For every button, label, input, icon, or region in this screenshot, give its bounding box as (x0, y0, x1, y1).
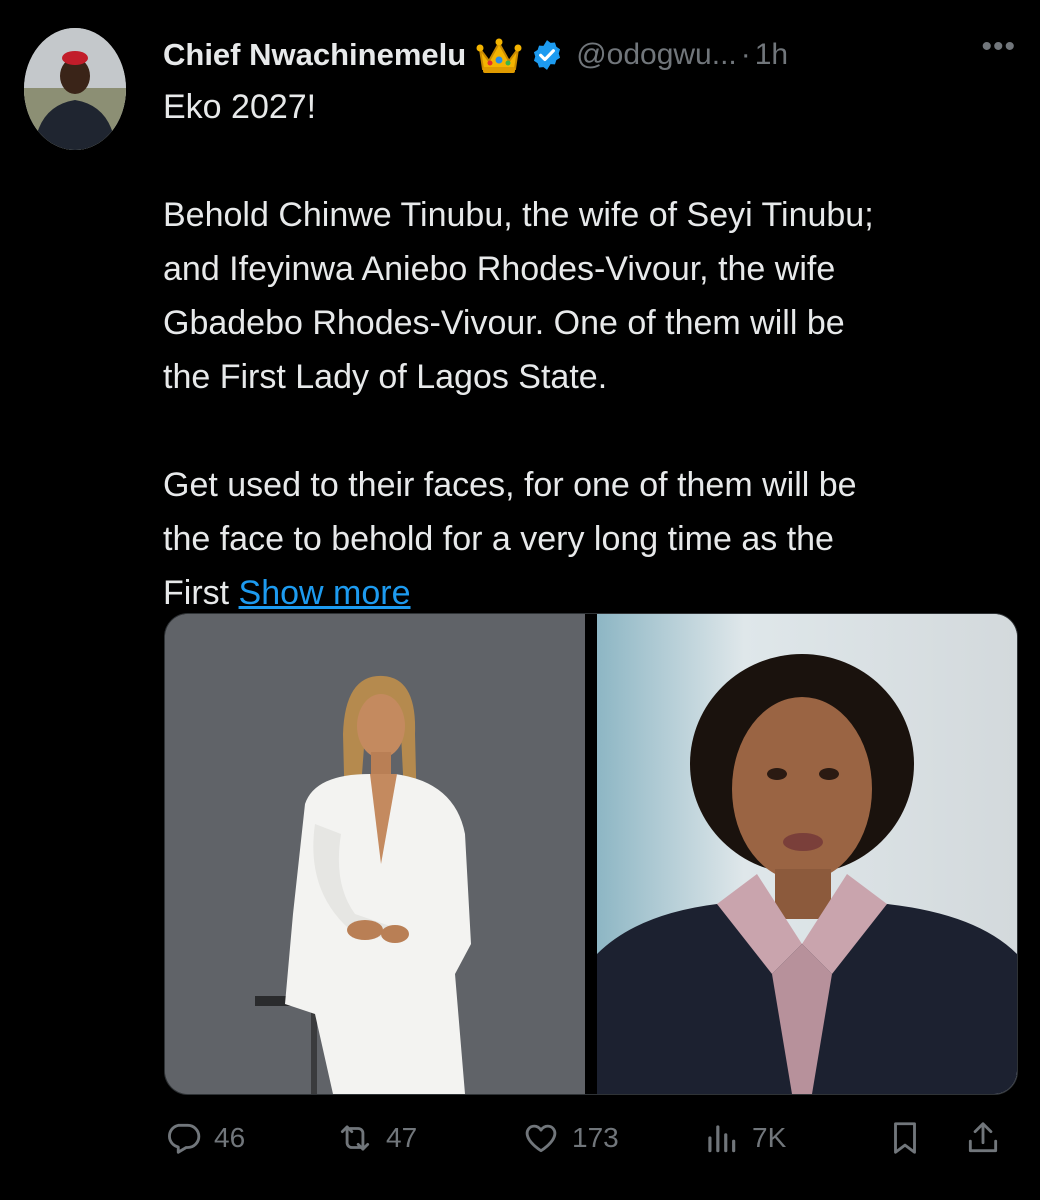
reply-button[interactable]: 46 (164, 1110, 245, 1166)
bookmark-icon (894, 1122, 916, 1154)
tweet-text-line: Behold Chinwe Tinubu, the wife of Seyi T… (163, 196, 874, 234)
like-button[interactable]: 173 (522, 1110, 619, 1166)
author-avatar[interactable] (24, 28, 126, 150)
tweet-text-line: the face to behold for a very long time … (163, 520, 834, 558)
share-button[interactable] (964, 1110, 1002, 1166)
tweet-text-line: Gbadebo Rhodes-Vivour. One of them will … (163, 304, 845, 342)
separator-dot: · (740, 38, 751, 71)
author-name[interactable]: Chief Nwachinemelu (163, 37, 466, 73)
retweet-button[interactable]: 47 (336, 1110, 417, 1166)
tweet-text-line: Eko 2027! (163, 88, 317, 126)
retweet-icon (340, 1125, 370, 1151)
tweet-actions: 46 47 173 7K (164, 1110, 1014, 1170)
crown-icon (476, 38, 522, 73)
more-options-icon[interactable]: ••• (981, 30, 1016, 64)
tweet-text-line: Get used to their faces, for one of them… (163, 466, 857, 504)
author-handle[interactable]: @odogwu... (576, 38, 737, 72)
show-more-link[interactable]: Show more (239, 574, 411, 612)
tweet-header: Chief Nwachinemelu @odogwu... · 1h ••• (163, 30, 1016, 80)
media-photo-left[interactable] (165, 614, 585, 1094)
tweet-text-line: and Ifeyinwa Aniebo Rhodes-Vivour, the w… (163, 250, 836, 288)
reply-count: 46 (214, 1122, 246, 1153)
views-count: 7K (752, 1122, 787, 1153)
tweet-text-line: First (163, 574, 239, 612)
tweet-media[interactable] (164, 613, 1018, 1095)
share-icon (968, 1122, 998, 1153)
views-icon (708, 1125, 736, 1153)
tweet-timestamp[interactable]: 1h (755, 38, 788, 72)
reply-icon (168, 1123, 201, 1154)
bookmark-button[interactable] (886, 1110, 924, 1166)
tweet-text: Eko 2027! Behold Chinwe Tinubu, the wife… (163, 80, 1013, 620)
views-button[interactable]: 7K (702, 1110, 786, 1166)
verified-badge-icon (534, 40, 561, 70)
like-count: 173 (572, 1122, 619, 1153)
retweet-count: 47 (386, 1122, 418, 1153)
media-photo-right[interactable] (597, 614, 1017, 1094)
tweet-text-line: the First Lady of Lagos State. (163, 358, 608, 396)
heart-icon (525, 1124, 557, 1153)
